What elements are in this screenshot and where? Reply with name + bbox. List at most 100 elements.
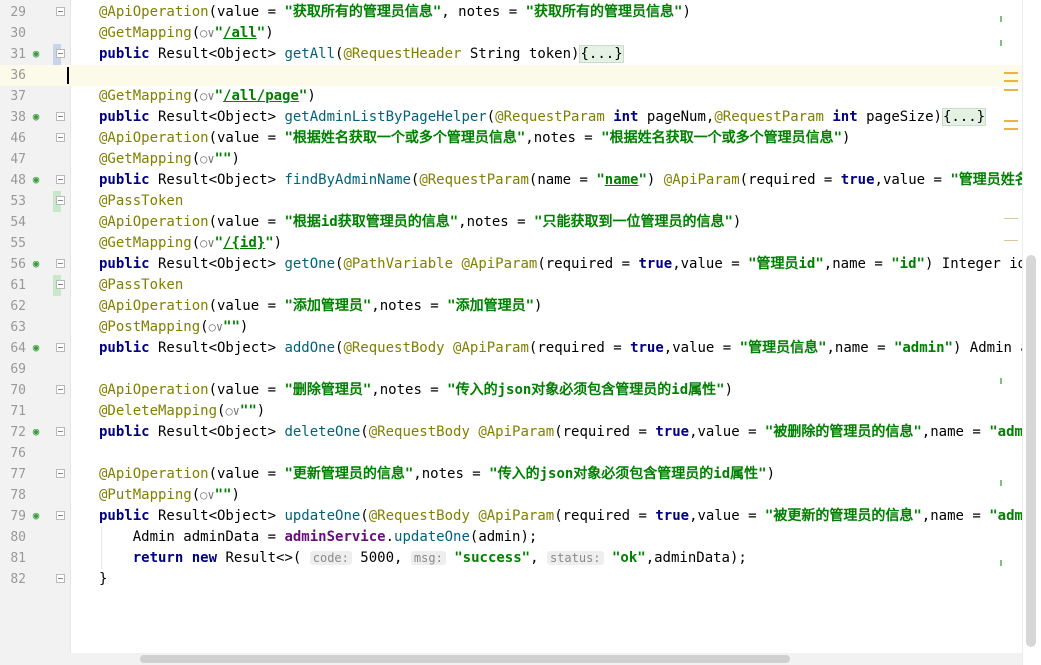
fold-toggle-icon[interactable]	[56, 259, 65, 268]
endpoint-icon[interactable]: ◉	[30, 48, 42, 60]
code-text[interactable]: public Result<Object> getOne(@PathVariab…	[99, 254, 1041, 275]
code-line[interactable]: 46 @ApiOperation(value = "根据姓名获取一个或多个管理员信…	[0, 128, 1041, 149]
code-line[interactable]: 29 @ApiOperation(value = "获取所有的管理员信息", no…	[0, 2, 1041, 23]
code-line[interactable]: 70 @ApiOperation(value = "删除管理员",notes = …	[0, 380, 1041, 401]
code-text[interactable]: @ApiOperation(value = "删除管理员",notes = "传…	[99, 380, 733, 401]
warning-marker[interactable]	[1004, 80, 1018, 82]
code-line[interactable]: 31 ◉ public Result<Object> getAll(@Request…	[0, 44, 1041, 65]
fold-toggle-icon[interactable]	[56, 112, 65, 121]
code-line[interactable]: 80 Admin adminData = adminService.update…	[0, 527, 1041, 548]
fold-toggle-icon[interactable]	[56, 427, 65, 436]
info-marker[interactable]	[1004, 218, 1018, 219]
code-text[interactable]: @GetMapping(○∨"")	[99, 149, 240, 170]
code-text[interactable]: return new Result<>( code: 5000, msg: "s…	[99, 548, 747, 569]
warning-marker[interactable]	[1004, 89, 1018, 91]
code-text[interactable]: Admin adminData = adminService.updateOne…	[99, 527, 538, 548]
code-line[interactable]: 76	[0, 443, 1041, 464]
warning-marker[interactable]	[1004, 128, 1018, 130]
line-number: 48	[10, 173, 26, 188]
change-marker	[1000, 480, 1002, 486]
code-text[interactable]: }	[99, 569, 107, 590]
line-number: 37	[10, 89, 26, 104]
line-number: 30	[10, 26, 26, 41]
fold-toggle-icon[interactable]	[56, 511, 65, 520]
code-line[interactable]: 56 ◉ public Result<Object> getOne(@PathVar…	[0, 254, 1041, 275]
code-line[interactable]: 47 @GetMapping(○∨"")	[0, 149, 1041, 170]
code-line[interactable]: 38 ◉ public Result<Object> getAdminListByP…	[0, 107, 1041, 128]
fold-toggle-icon[interactable]	[56, 385, 65, 394]
code-line[interactable]: 69	[0, 359, 1041, 380]
code-text[interactable]: @PutMapping(○∨"")	[99, 485, 240, 506]
code-line[interactable]: 81 return new Result<>( code: 5000, msg:…	[0, 548, 1041, 569]
fold-toggle-icon[interactable]	[56, 280, 65, 289]
code-text[interactable]: @DeleteMapping(○∨"")	[99, 401, 265, 422]
line-number: 46	[10, 131, 26, 146]
line-number: 53	[10, 194, 26, 209]
code-text[interactable]: @ApiOperation(value = "根据姓名获取一个或多个管理员信息"…	[99, 128, 850, 149]
warning-marker[interactable]	[1004, 72, 1018, 74]
line-number: 29	[10, 5, 26, 20]
code-text[interactable]: @GetMapping(○∨"/all")	[99, 23, 274, 44]
code-line[interactable]: 30 @GetMapping(○∨"/all")	[0, 23, 1041, 44]
change-marker	[1000, 560, 1002, 566]
line-number: 55	[10, 236, 26, 251]
code-text[interactable]: @GetMapping(○∨"/all/page")	[99, 86, 316, 107]
code-line[interactable]: 62 @ApiOperation(value = "添加管理员",notes = …	[0, 296, 1041, 317]
code-text[interactable]: @GetMapping(○∨"/{id}")	[99, 233, 282, 254]
endpoint-icon[interactable]: ◉	[30, 426, 42, 438]
code-text[interactable]: public Result<Object> deleteOne(@Request…	[99, 422, 1041, 443]
code-line[interactable]: 37 @GetMapping(○∨"/all/page")	[0, 86, 1041, 107]
line-number: 76	[10, 446, 26, 461]
code-text[interactable]: @PostMapping(○∨"")	[99, 317, 248, 338]
code-line[interactable]: 79 ◉ public Result<Object> updateOne(@Requ…	[0, 506, 1041, 527]
endpoint-icon[interactable]: ◉	[30, 342, 42, 354]
code-text[interactable]: public Result<Object> addOne(@RequestBod…	[99, 338, 1041, 359]
line-number: 71	[10, 404, 26, 419]
code-text[interactable]: public Result<Object> getAll(@RequestHea…	[99, 44, 624, 65]
code-line[interactable]: 82}	[0, 569, 1041, 590]
endpoint-icon[interactable]: ◉	[30, 510, 42, 522]
line-number: 36	[10, 68, 26, 83]
endpoint-icon[interactable]: ◉	[30, 174, 42, 186]
code-text[interactable]: @ApiOperation(value = "更新管理员的信息",notes =…	[99, 464, 775, 485]
change-marker	[1000, 16, 1002, 22]
endpoint-icon[interactable]: ◉	[30, 258, 42, 270]
code-line[interactable]: 72 ◉ public Result<Object> deleteOne(@Requ…	[0, 422, 1041, 443]
code-text[interactable]: public Result<Object> updateOne(@Request…	[99, 506, 1041, 527]
code-line[interactable]: 78 @PutMapping(○∨"")	[0, 485, 1041, 506]
code-text[interactable]: @PassToken	[99, 191, 183, 212]
code-line[interactable]: 54 @ApiOperation(value = "根据id获取管理员的信息",n…	[0, 212, 1041, 233]
code-editor[interactable]: 29 @ApiOperation(value = "获取所有的管理员信息", no…	[0, 0, 1041, 665]
code-text[interactable]: @ApiOperation(value = "获取所有的管理员信息", note…	[99, 2, 691, 23]
vertical-scrollbar[interactable]	[1026, 255, 1036, 647]
fold-toggle-icon[interactable]	[56, 343, 65, 352]
code-line[interactable]: 53 @PassToken	[0, 191, 1041, 212]
fold-toggle-icon[interactable]	[56, 7, 65, 16]
code-text[interactable]: public Result<Object> findByAdminName(@R…	[99, 170, 1041, 191]
code-line[interactable]: 36	[0, 65, 1041, 86]
fold-toggle-icon[interactable]	[56, 196, 65, 205]
info-marker[interactable]	[1004, 240, 1018, 241]
code-text[interactable]: @ApiOperation(value = "添加管理员",notes = "添…	[99, 296, 542, 317]
code-line[interactable]: 71 @DeleteMapping(○∨"")	[0, 401, 1041, 422]
line-number: 54	[10, 215, 26, 230]
code-text[interactable]: public Result<Object> getAdminListByPage…	[99, 107, 987, 128]
fold-toggle-icon[interactable]	[56, 133, 65, 142]
code-text[interactable]: @PassToken	[99, 275, 183, 296]
fold-toggle-icon[interactable]	[56, 175, 65, 184]
code-line[interactable]: 48 ◉ public Result<Object> findByAdminName…	[0, 170, 1041, 191]
code-line[interactable]: 64 ◉ public Result<Object> addOne(@Request…	[0, 338, 1041, 359]
warning-marker[interactable]	[1004, 120, 1018, 122]
code-line[interactable]: 63 @PostMapping(○∨"")	[0, 317, 1041, 338]
horizontal-scrollbar[interactable]	[140, 655, 790, 663]
code-line[interactable]: 77 @ApiOperation(value = "更新管理员的信息",notes…	[0, 464, 1041, 485]
fold-toggle-icon[interactable]	[56, 49, 65, 58]
code-line[interactable]: 55 @GetMapping(○∨"/{id}")	[0, 233, 1041, 254]
endpoint-icon[interactable]: ◉	[30, 111, 42, 123]
code-line[interactable]: 61 @PassToken	[0, 275, 1041, 296]
line-number: 70	[10, 383, 26, 398]
code-text[interactable]: @ApiOperation(value = "根据id获取管理员的信息",not…	[99, 212, 741, 233]
fold-toggle-icon[interactable]	[56, 574, 65, 583]
line-number: 61	[10, 278, 26, 293]
fold-toggle-icon[interactable]	[56, 469, 65, 478]
